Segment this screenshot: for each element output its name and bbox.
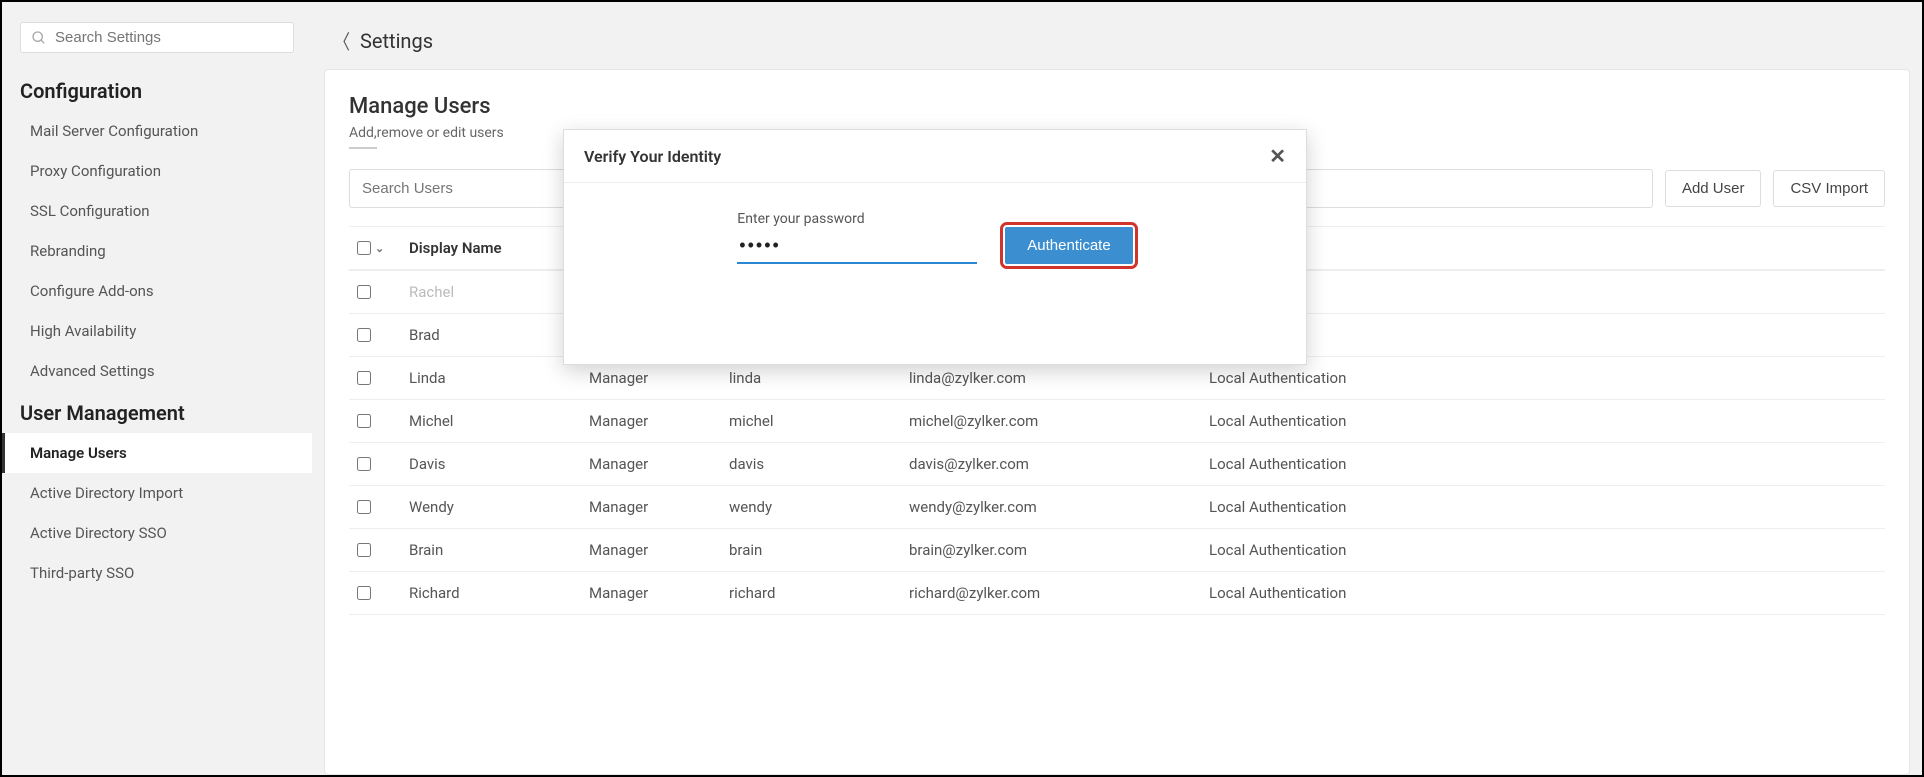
cell-email: davis@zylker.com bbox=[909, 455, 1209, 473]
cell-login: linda bbox=[729, 369, 909, 387]
row-checkbox[interactable] bbox=[357, 285, 371, 299]
select-all-checkbox[interactable] bbox=[357, 241, 371, 255]
cell-name: Rachel bbox=[409, 283, 589, 301]
nav-high-availability[interactable]: High Availability bbox=[2, 311, 312, 351]
cell-login: davis bbox=[729, 455, 909, 473]
nav-proxy-config[interactable]: Proxy Configuration bbox=[2, 151, 312, 191]
col-display-name[interactable]: Display Name bbox=[409, 239, 589, 257]
page-subtitle: Add,remove or edit users bbox=[349, 125, 504, 149]
close-icon[interactable]: ✕ bbox=[1269, 144, 1286, 168]
add-user-button[interactable]: Add User bbox=[1665, 170, 1762, 207]
nav-manage-users[interactable]: Manage Users bbox=[2, 433, 312, 473]
nav-advanced-settings[interactable]: Advanced Settings bbox=[2, 351, 312, 391]
cell-role: Manager bbox=[589, 412, 729, 430]
chevron-left-icon: 〈 bbox=[334, 26, 350, 55]
row-checkbox[interactable] bbox=[357, 328, 371, 342]
cell-name: Brain bbox=[409, 541, 589, 559]
breadcrumb[interactable]: 〈 Settings bbox=[324, 2, 1910, 69]
cell-login: richard bbox=[729, 584, 909, 602]
cell-login: brain bbox=[729, 541, 909, 559]
cell-email: michel@zylker.com bbox=[909, 412, 1209, 430]
row-checkbox[interactable] bbox=[357, 543, 371, 557]
section-title-configuration: Configuration bbox=[2, 69, 312, 111]
cell-name: Davis bbox=[409, 455, 589, 473]
nav-ad-import[interactable]: Active Directory Import bbox=[2, 473, 312, 513]
row-checkbox[interactable] bbox=[357, 371, 371, 385]
cell-role: Manager bbox=[589, 369, 729, 387]
nav-configure-addons[interactable]: Configure Add-ons bbox=[2, 271, 312, 311]
cell-login: michel bbox=[729, 412, 909, 430]
cell-role: Manager bbox=[589, 455, 729, 473]
sidebar-search[interactable] bbox=[20, 22, 294, 53]
page-title: Manage Users bbox=[349, 94, 1885, 119]
csv-import-button[interactable]: CSV Import bbox=[1773, 170, 1885, 207]
main: 〈 Settings Manage Users Add,remove or ed… bbox=[312, 2, 1922, 775]
sidebar-search-input[interactable] bbox=[55, 29, 283, 46]
table-row[interactable]: MichelManagermichelmichel@zylker.comLoca… bbox=[349, 400, 1885, 443]
cell-email: richard@zylker.com bbox=[909, 584, 1209, 602]
nav-third-party-sso[interactable]: Third-party SSO bbox=[2, 553, 312, 593]
table-row[interactable]: DavisManagerdavisdavis@zylker.comLocal A… bbox=[349, 443, 1885, 486]
cell-name: Richard bbox=[409, 584, 589, 602]
authenticate-button[interactable]: Authenticate bbox=[1005, 227, 1132, 264]
cell-email: linda@zylker.com bbox=[909, 369, 1209, 387]
modal-title: Verify Your Identity bbox=[584, 147, 721, 166]
search-icon bbox=[31, 30, 47, 46]
cell-auth: Local Authentication bbox=[1209, 412, 1449, 430]
nav-mail-server[interactable]: Mail Server Configuration bbox=[2, 111, 312, 151]
cell-name: Michel bbox=[409, 412, 589, 430]
cell-email: brain@zylker.com bbox=[909, 541, 1209, 559]
cell-auth: Local Authentication bbox=[1209, 455, 1449, 473]
cell-auth: Local Authentication bbox=[1209, 498, 1449, 516]
nav-ad-sso[interactable]: Active Directory SSO bbox=[2, 513, 312, 553]
nav-rebranding[interactable]: Rebranding bbox=[2, 231, 312, 271]
cell-role: Manager bbox=[589, 498, 729, 516]
cell-name: Linda bbox=[409, 369, 589, 387]
cell-name: Brad bbox=[409, 326, 589, 344]
sidebar: Configuration Mail Server Configuration … bbox=[2, 2, 312, 775]
cell-role: Manager bbox=[589, 584, 729, 602]
cell-name: Wendy bbox=[409, 498, 589, 516]
breadcrumb-label: Settings bbox=[360, 29, 433, 53]
cell-login: wendy bbox=[729, 498, 909, 516]
cell-auth: Local Authentication bbox=[1209, 541, 1449, 559]
row-checkbox[interactable] bbox=[357, 414, 371, 428]
nav-ssl-config[interactable]: SSL Configuration bbox=[2, 191, 312, 231]
table-row[interactable]: BrainManagerbrainbrain@zylker.comLocal A… bbox=[349, 529, 1885, 572]
chevron-down-icon[interactable]: ⌄ bbox=[375, 242, 384, 255]
cell-auth: Local Authentication bbox=[1209, 584, 1449, 602]
verify-identity-modal: Verify Your Identity ✕ Enter your passwo… bbox=[563, 129, 1307, 365]
row-checkbox[interactable] bbox=[357, 586, 371, 600]
cell-auth: Local Authentication bbox=[1209, 369, 1449, 387]
password-label: Enter your password bbox=[737, 211, 977, 227]
table-row[interactable]: WendyManagerwendywendy@zylker.comLocal A… bbox=[349, 486, 1885, 529]
section-title-user-management: User Management bbox=[2, 391, 312, 433]
password-input[interactable] bbox=[737, 229, 977, 264]
table-row[interactable]: RichardManagerrichardrichard@zylker.comL… bbox=[349, 572, 1885, 615]
row-checkbox[interactable] bbox=[357, 457, 371, 471]
row-checkbox[interactable] bbox=[357, 500, 371, 514]
cell-email: wendy@zylker.com bbox=[909, 498, 1209, 516]
cell-role: Manager bbox=[589, 541, 729, 559]
